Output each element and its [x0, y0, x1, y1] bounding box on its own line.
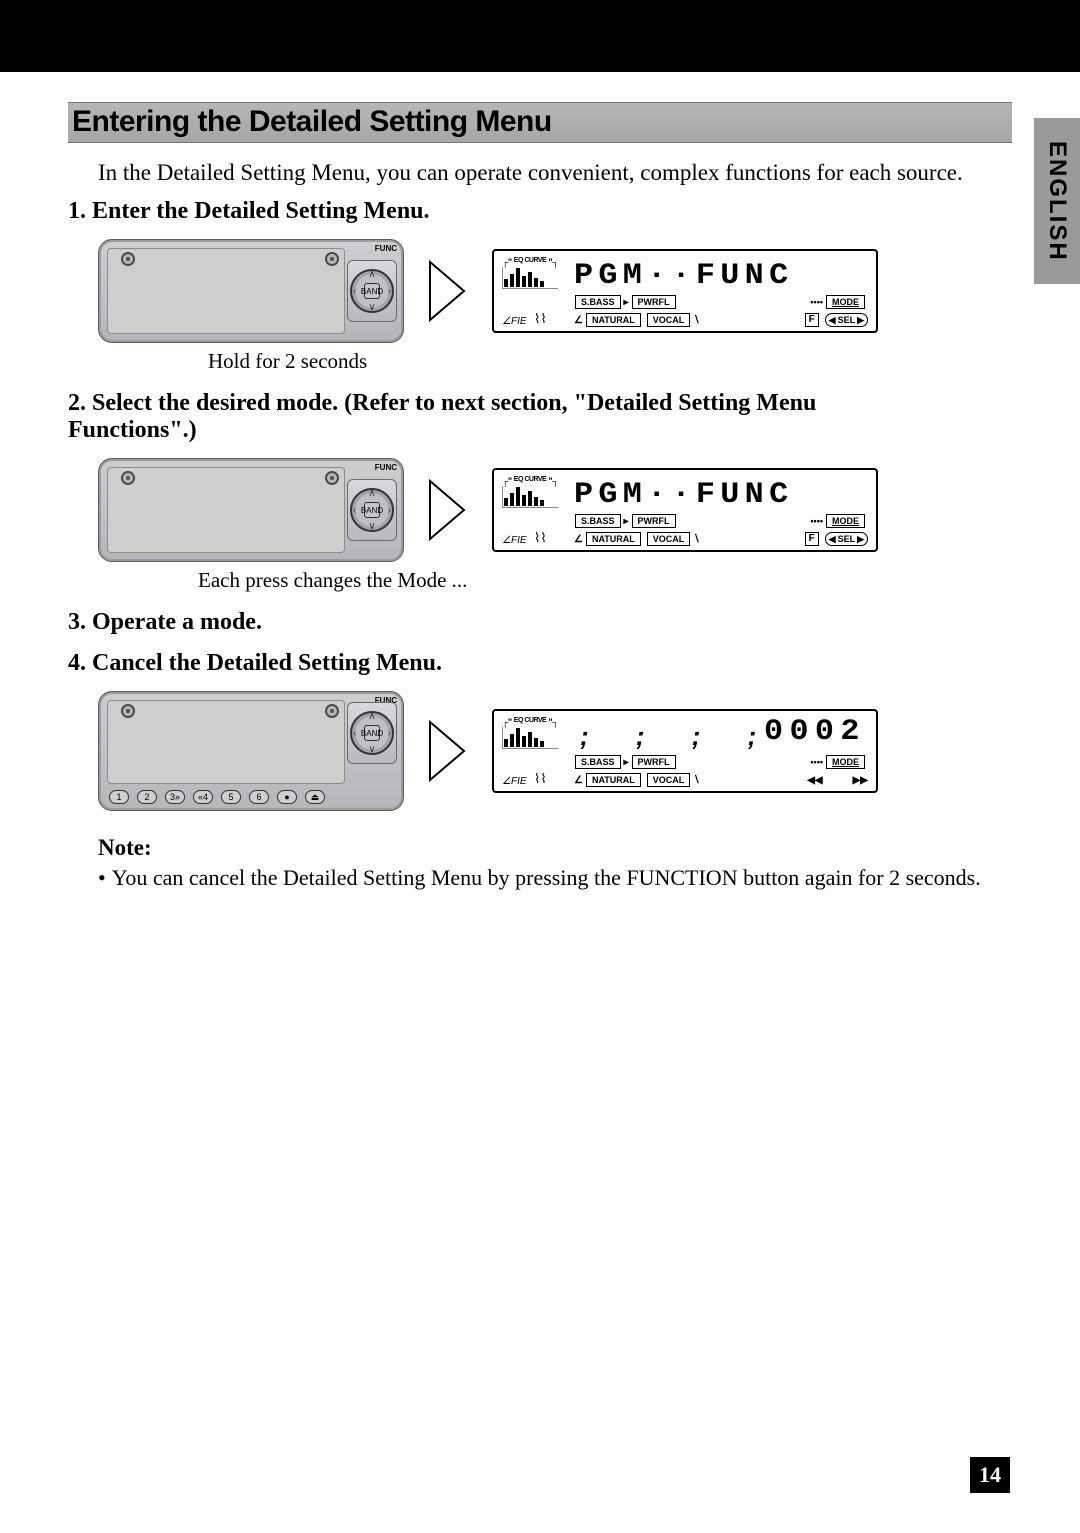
- fast-forward-icon: ▶▶: [853, 775, 868, 786]
- func-label: FUNC: [375, 244, 397, 253]
- page-content: Entering the Detailed Setting Menu In th…: [0, 72, 1080, 891]
- arrow-icon: [424, 256, 472, 326]
- band-button: BAND: [364, 283, 380, 299]
- arrow-icon: [424, 475, 472, 545]
- figure-row-2: FUNC BAND ┌"EQ CURVE"┐ PGM··FUNC S.BASS▸…: [98, 458, 1012, 562]
- page-number: 14: [970, 1457, 1010, 1493]
- caption-2: Each press changes the Mode ...: [198, 568, 1012, 593]
- lcd-main-text: PGM··FUNC: [574, 259, 793, 293]
- lcd-display-1: ┌"EQ CURVE"┐ PGM··FUNC S.BASS▸PWRFL ••••…: [492, 249, 878, 333]
- note-body: • You can cancel the Detailed Setting Me…: [98, 865, 1012, 891]
- note-text: You can cancel the Detailed Setting Menu…: [112, 865, 981, 891]
- lcd-ticks: ; ; ; ;: [580, 721, 776, 752]
- device-illustration-1: FUNC BAND: [98, 239, 404, 343]
- numeric-buttons: 1 2 3» «4 5 6 ● ⏏︎: [109, 790, 325, 804]
- rewind-icon: ◀◀: [807, 775, 822, 786]
- lcd-display-2: ┌"EQ CURVE"┐ PGM··FUNC S.BASS▸PWRFL ••••…: [492, 468, 878, 552]
- step-1: 1. Enter the Detailed Setting Menu.: [68, 198, 938, 225]
- step-2: 2. Select the desired mode. (Refer to ne…: [68, 390, 938, 444]
- step-4: 4. Cancel the Detailed Setting Menu.: [68, 650, 938, 677]
- figure-row-1: FUNC BAND ┌"EQ CURVE"┐ PGM··FUNC S.BASS▸…: [98, 239, 1012, 343]
- note-heading: Note:: [98, 835, 1012, 861]
- lcd-counter: 0002: [764, 715, 866, 749]
- section-title: Entering the Detailed Setting Menu: [68, 102, 1012, 143]
- caption-1: Hold for 2 seconds: [208, 349, 1012, 374]
- lcd-display-3: ┌"EQ CURVE"┐ ; ; ; ; 0002 S.BASS▸PWRFL •…: [492, 709, 878, 793]
- section-intro: In the Detailed Setting Menu, you can op…: [98, 157, 968, 188]
- device-illustration-2: FUNC BAND: [98, 458, 404, 562]
- figure-row-3: FUNC BAND 1 2 3» «4 5 6 ● ⏏︎ ┌"EQ CURV: [98, 691, 1012, 811]
- arrow-icon: [424, 716, 472, 786]
- step-3: 3. Operate a mode.: [68, 609, 938, 636]
- lcd-main-text: PGM··FUNC: [574, 478, 793, 512]
- top-black-bar: [0, 0, 1080, 72]
- device-illustration-3: FUNC BAND 1 2 3» «4 5 6 ● ⏏︎: [98, 691, 404, 811]
